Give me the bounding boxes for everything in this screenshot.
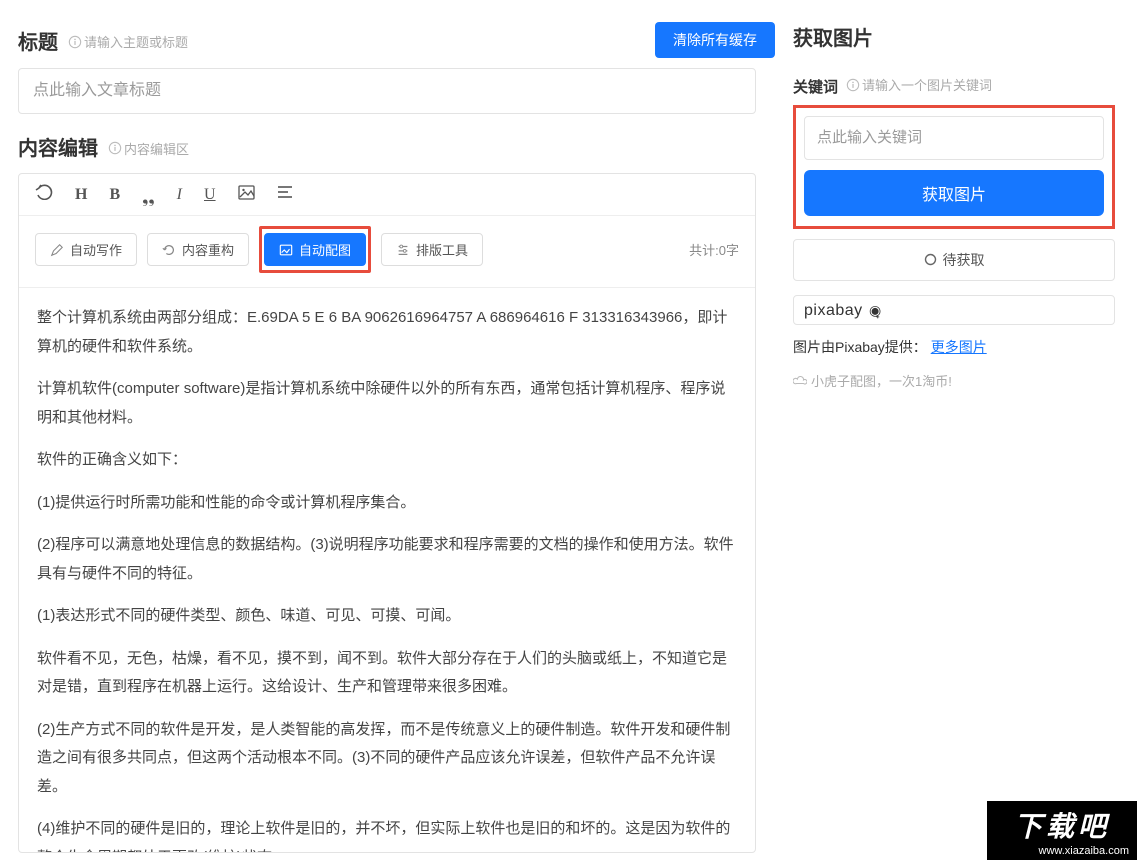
paragraph: 整个计算机系统由两部分组成：E.69DA 5 E 6 BA 9062616964… — [37, 304, 737, 361]
editor-box: H B ❟❟ I U 自动写作 内容重构 — [18, 173, 756, 853]
paragraph: 计算机软件(computer software)是指计算机系统中除硬件以外的所有… — [37, 375, 737, 432]
provider-row: 图片由Pixabay提供： 更多图片 — [793, 337, 1115, 357]
watermark: 下载吧 www.xiazaiba.com — [987, 801, 1137, 860]
sidebar-footer: 小虎子配图，一次1淘币! — [793, 371, 1115, 390]
align-icon[interactable] — [277, 185, 293, 204]
info-icon — [846, 78, 860, 92]
keyword-label-row: 关键词 请输入一个图片关键词 — [793, 75, 1115, 97]
action-toolbar: 自动写作 内容重构 自动配图 排版工具 共计:0字 — [19, 216, 755, 288]
info-icon — [68, 35, 82, 49]
layout-tool-label: 排版工具 — [416, 240, 468, 259]
heading-icon[interactable]: H — [75, 186, 87, 204]
keyword-hint-text: 请输入一个图片关键词 — [862, 75, 992, 94]
refresh-icon — [162, 243, 176, 257]
sidebar-footer-text: 小虎子配图，一次1淘币! — [811, 371, 952, 390]
image-icon[interactable] — [238, 185, 255, 205]
more-images-link[interactable]: 更多图片 — [931, 339, 987, 355]
bold-icon[interactable]: B — [109, 186, 120, 204]
provider-text: 图片由Pixabay提供： — [793, 339, 927, 355]
pending-status[interactable]: 待获取 — [793, 239, 1115, 281]
paragraph: (4)维护不同的硬件是旧的，理论上软件是旧的，并不坏，但实际上软件也是旧的和坏的… — [37, 815, 737, 852]
title-hint-text: 请输入主题或标题 — [84, 32, 188, 51]
content-header-row: 内容编辑 内容编辑区 — [18, 132, 775, 161]
layout-tool-button[interactable]: 排版工具 — [381, 233, 483, 266]
camera-icon: ◉̟ — [865, 302, 882, 318]
word-count: 共计:0字 — [689, 240, 739, 259]
content-hint: 内容编辑区 — [108, 139, 189, 158]
title-left: 标题 请输入主题或标题 — [18, 26, 188, 55]
auto-write-label: 自动写作 — [70, 240, 122, 259]
auto-image-button[interactable]: 自动配图 — [264, 233, 366, 266]
undo-icon[interactable] — [35, 184, 53, 205]
format-toolbar: H B ❟❟ I U — [19, 174, 755, 216]
auto-write-button[interactable]: 自动写作 — [35, 233, 137, 266]
keyword-hint: 请输入一个图片关键词 — [846, 75, 992, 94]
italic-icon[interactable]: I — [177, 186, 182, 204]
action-toolbar-left: 自动写作 内容重构 自动配图 排版工具 — [35, 226, 483, 273]
paragraph: (1)表达形式不同的硬件类型、颜色、味道、可见、可摸、可闻。 — [37, 602, 737, 631]
content-left: 内容编辑 内容编辑区 — [18, 132, 189, 161]
keyword-label: 关键词 — [793, 76, 838, 97]
title-header-row: 标题 请输入主题或标题 清除所有缓存 — [18, 22, 775, 58]
clear-cache-button[interactable]: 清除所有缓存 — [655, 22, 775, 58]
quote-icon[interactable]: ❟❟ — [142, 195, 155, 203]
paragraph: (2)生产方式不同的软件是开发，是人类智能的高发挥，而不是传统意义上的硬件制造。… — [37, 716, 737, 802]
keyword-input[interactable] — [804, 116, 1104, 160]
settings-icon — [396, 243, 410, 257]
auto-image-highlight: 自动配图 — [259, 226, 371, 273]
pending-label: 待获取 — [943, 250, 985, 270]
fetch-image-button[interactable]: 获取图片 — [804, 170, 1104, 216]
info-icon — [108, 141, 122, 155]
content-hint-text: 内容编辑区 — [124, 139, 189, 158]
circle-icon — [924, 253, 937, 266]
image-plus-icon — [279, 243, 293, 257]
editor-content[interactable]: 整个计算机系统由两部分组成：E.69DA 5 E 6 BA 9062616964… — [19, 288, 755, 852]
title-label: 标题 — [18, 26, 58, 55]
watermark-main: 下载吧 — [987, 801, 1137, 845]
sidebar-title: 获取图片 — [793, 22, 1115, 51]
watermark-url: www.xiazaiba.com — [987, 845, 1137, 860]
underline-icon[interactable]: U — [204, 186, 216, 204]
pixabay-logo: pixabay ◉̟ — [793, 295, 1115, 325]
restructure-button[interactable]: 内容重构 — [147, 233, 249, 266]
paragraph: (2)程序可以满意地处理信息的数据结构。(3)说明程序功能要求和程序需要的文档的… — [37, 531, 737, 588]
paragraph: 软件看不见，无色，枯燥，看不见，摸不到，闻不到。软件大部分存在于人们的头脑或纸上… — [37, 645, 737, 702]
keyword-highlight-box: 获取图片 — [793, 105, 1115, 229]
restructure-label: 内容重构 — [182, 240, 234, 259]
sidebar: 获取图片 关键词 请输入一个图片关键词 获取图片 待获取 pixabay ◉̟ … — [775, 0, 1137, 860]
auto-image-label: 自动配图 — [299, 240, 351, 259]
title-hint: 请输入主题或标题 — [68, 32, 188, 51]
cloud-icon — [793, 373, 807, 387]
title-input[interactable] — [18, 68, 756, 114]
content-label: 内容编辑 — [18, 132, 98, 161]
main-column: 标题 请输入主题或标题 清除所有缓存 内容编辑 内容编辑区 H B ❟❟ I — [0, 0, 775, 860]
pencil-icon — [50, 243, 64, 257]
paragraph: (1)提供运行时所需功能和性能的命令或计算机程序集合。 — [37, 489, 737, 518]
paragraph: 软件的正确含义如下： — [37, 446, 737, 475]
